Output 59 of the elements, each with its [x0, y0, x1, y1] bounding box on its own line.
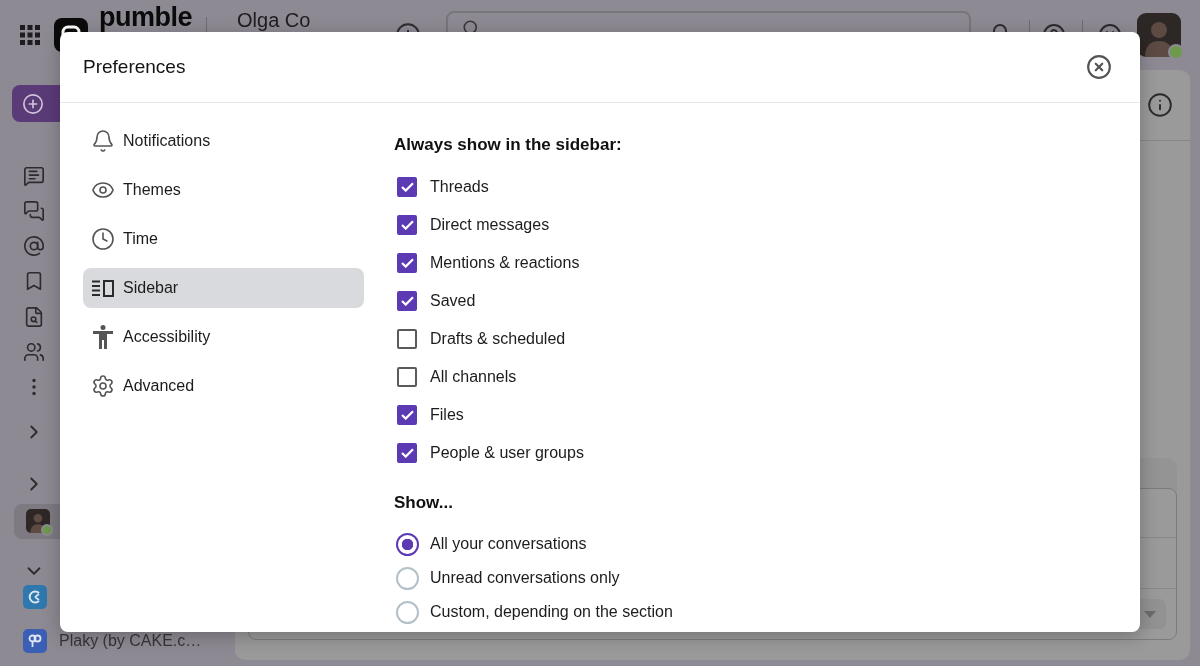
checkbox[interactable] — [397, 329, 417, 349]
preferences-nav-item[interactable]: Themes — [83, 170, 364, 210]
apps-grid-icon[interactable] — [20, 25, 40, 45]
radio-button[interactable] — [396, 600, 419, 624]
radio-label: Custom, depending on the section — [430, 603, 673, 621]
workspace-name[interactable]: Olga Co — [237, 10, 387, 30]
message-icon[interactable] — [23, 164, 45, 187]
checkbox-label: All channels — [430, 368, 517, 386]
bell-icon — [91, 129, 115, 153]
radio-label: All your conversations — [430, 535, 587, 553]
close-button[interactable] — [1086, 54, 1112, 80]
avatar-silhouette-icon — [26, 509, 50, 534]
info-icon[interactable] — [1147, 92, 1173, 118]
check-icon — [400, 182, 414, 192]
preferences-nav-item[interactable]: Accessibility — [83, 317, 364, 357]
caret-down-icon — [1144, 610, 1156, 618]
check-icon — [400, 220, 414, 230]
at-sign-icon[interactable] — [23, 235, 45, 258]
checkbox-label: Drafts & scheduled — [430, 330, 566, 348]
checkbox[interactable] — [397, 177, 417, 197]
sidebar-layout-icon — [92, 279, 114, 297]
radio-label: Unread conversations only — [430, 569, 620, 587]
timer-app-icon[interactable] — [23, 585, 47, 610]
check-icon — [400, 410, 414, 420]
avatar-silhouette-icon — [1137, 13, 1181, 57]
checkbox[interactable] — [397, 367, 417, 387]
check-icon — [400, 296, 414, 306]
preferences-nav-item[interactable]: Sidebar — [83, 268, 364, 308]
accessibility-icon — [93, 325, 113, 349]
plus-circle-icon — [22, 92, 44, 115]
checkbox[interactable] — [397, 443, 417, 463]
checkbox-label: Threads — [430, 178, 489, 196]
dialog-title: Preferences — [83, 56, 186, 78]
logo-text: pumble — [99, 4, 192, 31]
close-icon — [1086, 54, 1112, 80]
checkbox-label: Direct messages — [430, 216, 550, 234]
preferences-nav-item[interactable]: Advanced — [83, 366, 364, 406]
chats-icon[interactable] — [23, 199, 45, 222]
clock-icon — [91, 227, 115, 251]
settings-icon — [91, 374, 115, 398]
checkbox[interactable] — [397, 405, 417, 425]
radio-button[interactable] — [396, 532, 419, 556]
check-icon — [400, 258, 414, 268]
radio-button[interactable] — [396, 566, 419, 590]
check-icon — [400, 448, 414, 458]
checkbox-label: Files — [430, 406, 464, 424]
preferences-nav-item[interactable]: Time — [83, 219, 364, 259]
section-heading: Always show in the sidebar: — [394, 134, 622, 156]
preferences-nav-item[interactable]: Notifications — [83, 121, 364, 161]
checkbox-label: Mentions & reactions — [430, 254, 580, 272]
checkbox-label: People & user groups — [430, 444, 584, 462]
checkbox[interactable] — [397, 215, 417, 235]
people-icon[interactable] — [23, 341, 45, 363]
checkbox-label: Saved — [430, 292, 476, 310]
checkbox[interactable] — [397, 291, 417, 311]
board-app-icon[interactable] — [23, 629, 47, 654]
section-heading: Show... — [394, 492, 453, 514]
file-search-icon[interactable] — [23, 305, 45, 328]
checkbox[interactable] — [397, 253, 417, 273]
